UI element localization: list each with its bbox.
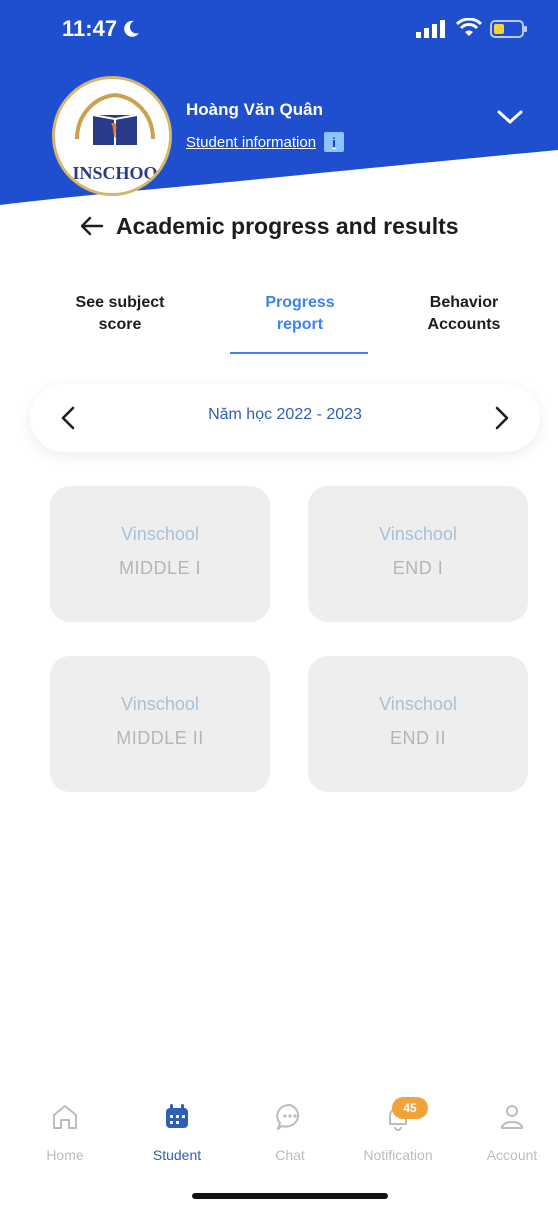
- report-card-end-ii[interactable]: Vinschool END II: [308, 656, 528, 792]
- info-icon: i: [324, 132, 345, 152]
- tab-label-line1: Behavior: [429, 294, 499, 311]
- report-card-school: Vinschool: [379, 524, 457, 544]
- report-card-school: Vinschool: [379, 694, 457, 714]
- nav-home[interactable]: Home: [15, 1100, 115, 1163]
- tab-label-line2: score: [98, 316, 142, 333]
- home-icon: [53, 1105, 77, 1129]
- report-card-term: MIDDLE I: [118, 558, 201, 578]
- report-card-end-i[interactable]: Vinschool END I: [308, 486, 528, 622]
- tab-progress-report[interactable]: Progress report: [230, 292, 370, 336]
- report-card-term: END I: [392, 558, 444, 578]
- tab-label-line2: report: [276, 316, 324, 333]
- nav-home-label: Home: [46, 1147, 84, 1163]
- chevron-right-icon[interactable]: [488, 404, 514, 432]
- report-card-middle-i[interactable]: Vinschool MIDDLE I: [50, 486, 270, 622]
- report-card-middle-ii[interactable]: Vinschool MIDDLE II: [50, 656, 270, 792]
- wifi-icon: [456, 18, 482, 36]
- nav-account[interactable]: Account: [462, 1100, 558, 1163]
- page-title-row: Academic progress and results: [78, 212, 459, 240]
- report-card-school: Vinschool: [121, 694, 199, 714]
- student-information-link[interactable]: Student information i: [186, 132, 345, 152]
- report-card-term: END II: [389, 728, 446, 748]
- cellular-signal-icon: [416, 20, 445, 38]
- user-icon: [501, 1105, 523, 1129]
- tab-label-line1: Progress: [265, 294, 335, 311]
- nav-student[interactable]: Student: [127, 1100, 227, 1163]
- report-card-school: Vinschool: [121, 524, 199, 544]
- chat-icon: [276, 1103, 300, 1130]
- school-logo-avatar[interactable]: INSCHOO: [52, 76, 172, 196]
- tab-label-line1: See subject: [75, 294, 165, 311]
- bottom-navigation: Home Student Chat Notification Account: [0, 1100, 558, 1180]
- home-indicator: [192, 1193, 388, 1199]
- page-title: Academic progress and results: [116, 212, 459, 239]
- status-time: 11:47: [62, 16, 118, 41]
- nav-account-label: Account: [486, 1147, 538, 1163]
- moon-icon: [124, 20, 139, 37]
- nav-student-label: Student: [152, 1147, 202, 1163]
- svg-text:INSCHOO: INSCHOO: [72, 163, 157, 183]
- tab-label-line2: Accounts: [427, 316, 501, 333]
- battery-icon: [490, 20, 527, 38]
- calendar-icon: [166, 1104, 188, 1128]
- school-year-label: Năm học 2022 - 2023: [208, 406, 362, 423]
- chevron-down-icon[interactable]: [496, 108, 524, 126]
- status-bar: 11:47: [0, 0, 558, 60]
- notification-count-badge: 45: [392, 1097, 428, 1119]
- student-name: Hoàng Văn Quân: [186, 100, 323, 119]
- report-card-term: MIDDLE II: [116, 728, 204, 748]
- nav-notification-label: Notification: [363, 1147, 433, 1163]
- nav-chat[interactable]: Chat: [240, 1100, 340, 1163]
- tab-bar: See subject score Progress report Behavi…: [40, 292, 520, 362]
- nav-chat-label: Chat: [275, 1147, 305, 1163]
- student-information-label: Student information: [186, 133, 317, 151]
- active-tab-indicator: [230, 352, 368, 354]
- tab-see-subject-score[interactable]: See subject score: [50, 292, 190, 336]
- tab-behavior-accounts[interactable]: Behavior Accounts: [394, 292, 534, 336]
- school-year-selector: Năm học 2022 - 2023: [30, 384, 540, 452]
- back-arrow-icon[interactable]: [78, 212, 106, 240]
